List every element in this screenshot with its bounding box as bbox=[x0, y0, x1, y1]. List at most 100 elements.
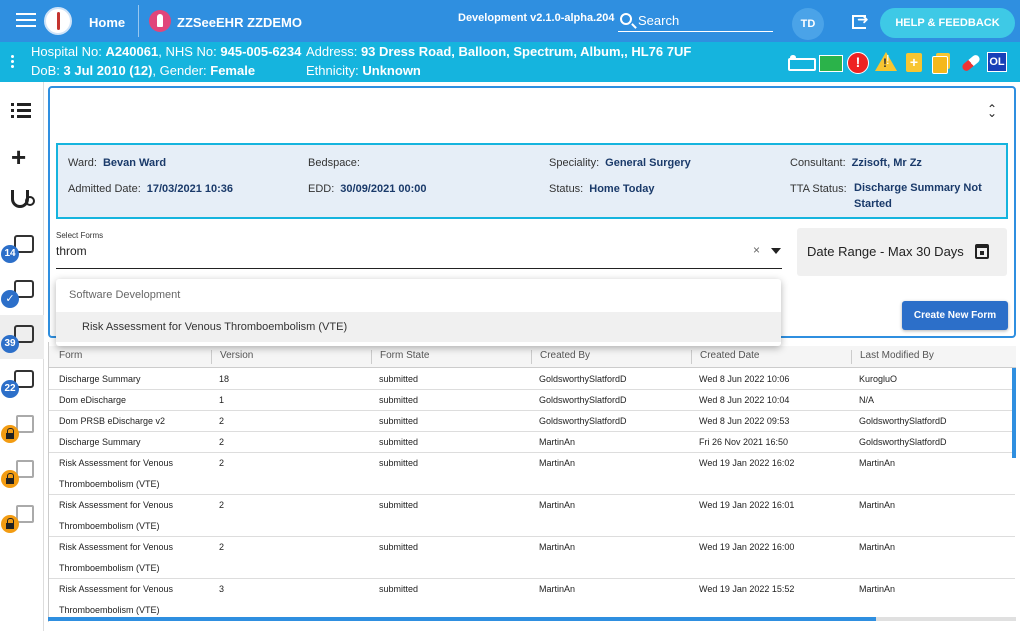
documents-icon[interactable] bbox=[931, 52, 953, 74]
pill-icon[interactable] bbox=[959, 52, 981, 72]
sidebar-item-locked-1[interactable] bbox=[0, 405, 44, 449]
sidebar-item-clinical[interactable] bbox=[0, 180, 44, 224]
cell-created-date: Fri 26 Nov 2021 16:50 bbox=[699, 437, 789, 447]
app-logo[interactable] bbox=[44, 7, 72, 35]
ward-value: Bevan Ward bbox=[102, 157, 167, 169]
bed-icon[interactable] bbox=[787, 52, 816, 72]
alert-icon[interactable] bbox=[847, 52, 869, 74]
check-badge-icon: ✓ bbox=[1, 290, 19, 308]
sidebar-item-locked-2[interactable] bbox=[0, 450, 44, 494]
table-row[interactable]: Discharge Summary 18 submitted Goldswort… bbox=[49, 369, 1015, 390]
edd-field: EDD: 30/09/2021 00:00 bbox=[308, 183, 427, 195]
cell-state: submitted bbox=[379, 437, 419, 447]
search-input[interactable] bbox=[638, 11, 768, 29]
table-row[interactable]: Risk Assessment for Venous Thromboemboli… bbox=[49, 537, 1015, 579]
date-range-label: Date Range - Max 30 Days bbox=[807, 244, 964, 259]
patient-address: Address: 93 Dress Road, Balloon, Spectru… bbox=[306, 44, 691, 59]
column-header-state[interactable]: Form State bbox=[371, 350, 429, 364]
more-options-icon[interactable] bbox=[11, 55, 14, 69]
table-row[interactable]: Risk Assessment for Venous Thromboemboli… bbox=[49, 495, 1015, 537]
cell-created-by: GoldsworthySlatfordD bbox=[539, 374, 627, 384]
cell-state: submitted bbox=[379, 374, 419, 384]
cell-modified-by: MartinAn bbox=[859, 500, 896, 510]
sidebar-item-forms[interactable]: 39 bbox=[0, 315, 44, 359]
left-sidebar: + 14 ✓ 39 22 bbox=[0, 82, 44, 631]
environment-label: Development v2.1.0-alpha.204 bbox=[458, 12, 615, 24]
patient-ethnicity: Ethnicity: Unknown bbox=[306, 63, 421, 78]
column-header-form[interactable]: Form bbox=[59, 350, 82, 364]
patient-name[interactable]: ZZSeeEHR ZZDEMO bbox=[177, 15, 302, 30]
table-row[interactable]: Risk Assessment for Venous Thromboemboli… bbox=[49, 453, 1015, 495]
column-header-version[interactable]: Version bbox=[211, 350, 253, 364]
cell-state: submitted bbox=[379, 458, 419, 468]
table-row[interactable]: Discharge Summary 2 submitted MartinAn F… bbox=[49, 432, 1015, 453]
logout-icon[interactable] bbox=[852, 11, 869, 29]
forms-table: Form Version Form State Created By Creat… bbox=[48, 342, 1016, 622]
cell-form: Risk Assessment for Venous Thromboemboli… bbox=[59, 500, 174, 531]
status-field: Status: Home Today bbox=[549, 183, 654, 195]
table-row[interactable]: Dom eDischarge 1 submitted GoldsworthySl… bbox=[49, 390, 1015, 411]
home-link[interactable]: Home bbox=[89, 15, 125, 30]
dropdown-option-vte[interactable]: Risk Assessment for Venous Thromboemboli… bbox=[56, 312, 781, 342]
column-header-modified-by[interactable]: Last Modified By bbox=[851, 350, 934, 364]
table-header: Form Version Form State Created By Creat… bbox=[49, 346, 1016, 368]
hospital-no: A240061 bbox=[105, 44, 159, 59]
cell-version: 3 bbox=[219, 584, 225, 594]
sidebar-item-add[interactable]: + bbox=[0, 135, 44, 179]
nhs-no: 945-005-6234 bbox=[220, 44, 302, 59]
checklist-icon bbox=[16, 460, 34, 478]
walking-icon bbox=[16, 415, 34, 433]
forms-dropdown: Software Development Risk Assessment for… bbox=[56, 279, 781, 346]
help-feedback-button[interactable]: HELP & FEEDBACK bbox=[880, 8, 1015, 38]
sidebar-item-list[interactable] bbox=[0, 90, 44, 134]
sidebar-item-locked-3[interactable] bbox=[0, 495, 44, 539]
cell-modified-by: KurogluO bbox=[859, 374, 898, 384]
ward-label: Ward: bbox=[68, 157, 97, 169]
cell-version: 1 bbox=[219, 395, 225, 405]
date-range-picker[interactable]: Date Range - Max 30 Days bbox=[797, 228, 1007, 276]
banner-status-icons: OL bbox=[787, 51, 1007, 74]
lock-icon bbox=[1, 425, 19, 443]
search-box[interactable] bbox=[618, 10, 773, 32]
sidebar-item-home[interactable]: ✓ bbox=[0, 270, 44, 314]
ethnicity-label: Ethnicity: bbox=[306, 63, 359, 78]
cell-version: 2 bbox=[219, 437, 225, 447]
collapse-icon[interactable] bbox=[986, 102, 998, 120]
menu-icon[interactable] bbox=[16, 13, 36, 29]
cell-form: Discharge Summary bbox=[59, 374, 141, 384]
admission-details: Ward: Bevan Ward Bedspace: Speciality: Gen… bbox=[56, 143, 1008, 219]
green-status-icon[interactable] bbox=[819, 52, 843, 72]
cell-created-date: Wed 19 Jan 2022 16:00 bbox=[699, 542, 795, 552]
count-badge: 22 bbox=[1, 380, 19, 398]
cell-created-by: MartinAn bbox=[539, 500, 576, 510]
patient-demographics: DoB: 3 Jul 2010 (12), Gender: Female bbox=[31, 63, 256, 78]
warning-icon[interactable] bbox=[875, 52, 897, 72]
vertical-scrollbar[interactable] bbox=[1012, 368, 1016, 458]
ol-badge[interactable]: OL bbox=[987, 52, 1007, 72]
list-icon bbox=[11, 103, 31, 119]
table-row[interactable]: Risk Assessment for Venous Thromboemboli… bbox=[49, 579, 1015, 621]
select-forms-input[interactable] bbox=[56, 242, 256, 260]
table-row[interactable]: Dom PRSB eDischarge v2 2 submitted Golds… bbox=[49, 411, 1015, 432]
tta-value: Discharge Summary Not Started bbox=[854, 180, 982, 212]
horizontal-scrollbar[interactable] bbox=[48, 617, 876, 621]
tta-value-line2: Started bbox=[854, 198, 892, 210]
column-header-created-date[interactable]: Created Date bbox=[691, 350, 759, 364]
medical-plus-icon[interactable] bbox=[903, 52, 925, 72]
admitted-value: 17/03/2021 10:36 bbox=[146, 183, 234, 195]
calendar-icon[interactable] bbox=[975, 244, 989, 259]
cell-form: Discharge Summary bbox=[59, 437, 141, 447]
table-body: Discharge Summary 18 submitted Goldswort… bbox=[49, 369, 1015, 621]
sidebar-item-media[interactable]: 14 bbox=[0, 225, 44, 269]
clear-icon[interactable]: × bbox=[753, 243, 760, 257]
sidebar-item-tasks[interactable]: 22 bbox=[0, 360, 44, 404]
create-new-form-button[interactable]: Create New Form bbox=[902, 301, 1008, 330]
speciality-field: Speciality: General Surgery bbox=[549, 157, 691, 169]
column-header-created-by[interactable]: Created By bbox=[531, 350, 590, 364]
consultant-field: Consultant: Zzisoft, Mr Zz bbox=[790, 157, 922, 169]
user-avatar[interactable]: TD bbox=[792, 8, 824, 40]
bedspace-field: Bedspace: bbox=[308, 157, 366, 169]
cell-created-by: GoldsworthySlatfordD bbox=[539, 395, 627, 405]
input-underline bbox=[56, 268, 782, 269]
dropdown-arrow-icon[interactable] bbox=[771, 248, 781, 254]
